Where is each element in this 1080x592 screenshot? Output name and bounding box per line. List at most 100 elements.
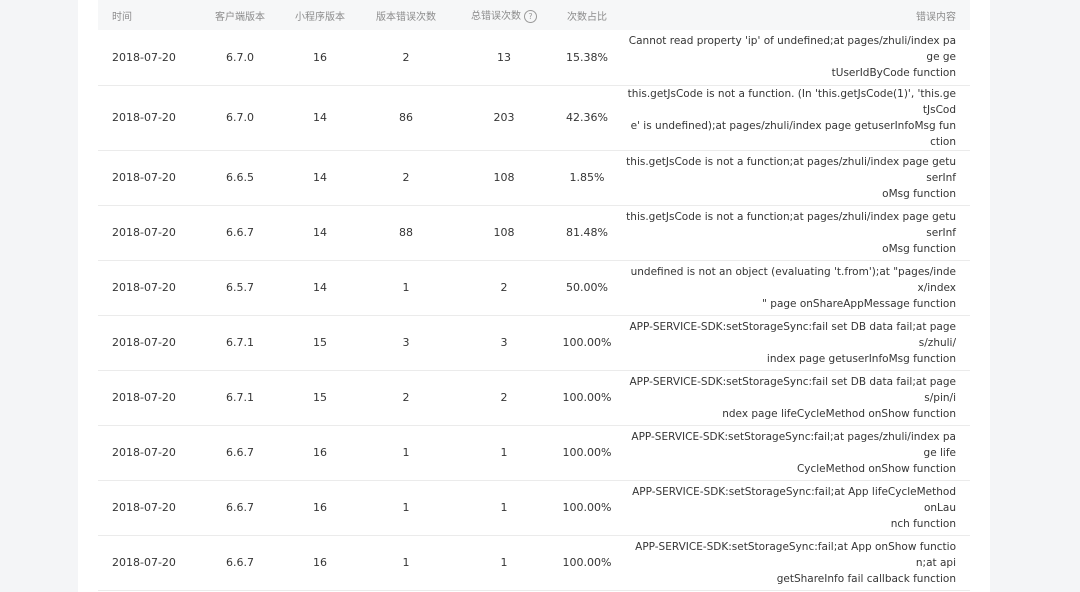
cell-client-version: 6.6.7 bbox=[226, 556, 254, 569]
error-message-line: APP-SERVICE-SDK:setStorageSync:fail set … bbox=[629, 320, 956, 349]
cell-client-version: 6.7.0 bbox=[226, 50, 254, 64]
error-message-text: this.getJsCode is not a function;at page… bbox=[626, 154, 956, 202]
cell-version-errors: 1 bbox=[402, 501, 410, 514]
cell-total-errors: 2 bbox=[500, 391, 508, 404]
cell-ratio: 100.00% bbox=[562, 391, 612, 404]
column-header-mini-version[interactable]: 小程序版本 bbox=[284, 0, 356, 30]
error-message-line: getShareInfo fail callback function bbox=[776, 572, 956, 585]
cell-ratio: 100.00% bbox=[562, 446, 612, 459]
cell-ratio: 81.48% bbox=[566, 226, 608, 239]
error-message-line: e' is undefined);at pages/zhuli/index pa… bbox=[630, 119, 956, 148]
error-message-line: oMsg function bbox=[882, 187, 956, 200]
cell-error-message: APP-SERVICE-SDK:setStorageSync:fail;at A… bbox=[622, 535, 970, 590]
table-row: 2018-07-20 6.6.5 14 2 108 1.85% this.getJsCode… bbox=[98, 150, 970, 205]
cell-time: 2018-07-20 bbox=[112, 446, 176, 459]
column-header-ratio[interactable]: 次数占比 bbox=[552, 0, 622, 30]
error-message-line: index page getuserInfoMsg function bbox=[766, 352, 956, 365]
error-message-line: APP-SERVICE-SDK:setStorageSync:fail set … bbox=[629, 375, 956, 404]
cell-version-errors: 1 bbox=[402, 446, 410, 459]
cell-ratio: 100.00% bbox=[562, 336, 612, 349]
cell-total-errors: 203 bbox=[493, 111, 515, 124]
error-message-line: oMsg function bbox=[882, 242, 956, 255]
error-message-text: this.getJsCode is not a function. (In 't… bbox=[626, 86, 956, 150]
table-row: 2018-07-20 6.6.7 16 1 1 100.00% APP-SERVICE-SD… bbox=[98, 425, 970, 480]
cell-total-errors: 1 bbox=[500, 501, 508, 514]
cell-time: 2018-07-20 bbox=[112, 391, 176, 404]
column-header-error-message[interactable]: 错误内容 bbox=[622, 0, 970, 30]
cell-client-version: 6.6.7 bbox=[226, 501, 254, 514]
cell-client-version: 6.5.7 bbox=[226, 281, 254, 294]
error-message-line: this.getJsCode is not a function;at page… bbox=[626, 155, 956, 184]
cell-mini-version: 15 bbox=[313, 336, 327, 349]
cell-total-errors: 1 bbox=[500, 556, 508, 569]
cell-ratio: 100.00% bbox=[562, 501, 612, 514]
error-message-text: APP-SERVICE-SDK:setStorageSync:fail set … bbox=[626, 374, 956, 422]
cell-total-errors: 2 bbox=[500, 281, 508, 294]
cell-error-message: APP-SERVICE-SDK:setStorageSync:fail set … bbox=[622, 370, 970, 425]
table-row: 2018-07-20 6.6.7 16 1 1 100.00% APP-SERVICE-SD… bbox=[98, 535, 970, 590]
table-row: 2018-07-20 6.7.1 15 2 2 100.00% APP-SERVICE-SD… bbox=[98, 370, 970, 425]
error-message-line: APP-SERVICE-SDK:setStorageSync:fail;at A… bbox=[635, 540, 956, 569]
cell-time: 2018-07-20 bbox=[112, 556, 176, 569]
cell-error-message: APP-SERVICE-SDK:setStorageSync:fail set … bbox=[622, 315, 970, 370]
cell-mini-version: 16 bbox=[313, 501, 327, 514]
column-header-client-version[interactable]: 客户端版本 bbox=[196, 0, 284, 30]
cell-client-version: 6.6.7 bbox=[226, 446, 254, 459]
cell-error-message: APP-SERVICE-SDK:setStorageSync:fail;at A… bbox=[622, 480, 970, 535]
table-header-row: 时间 客户端版本 小程序版本 版本错误次数 总错误次数? 次数占比 错误内容 bbox=[98, 0, 970, 30]
cell-mini-version: 14 bbox=[313, 111, 327, 124]
error-message-line: this.getJsCode is not a function;at page… bbox=[626, 210, 956, 239]
table-row: 2018-07-20 6.6.7 16 1 1 100.00% APP-SERVICE-SD… bbox=[98, 480, 970, 535]
cell-error-message: this.getJsCode is not a function;at page… bbox=[622, 150, 970, 205]
error-message-text: APP-SERVICE-SDK:setStorageSync:fail;at A… bbox=[626, 484, 956, 532]
column-header-time[interactable]: 时间 bbox=[98, 0, 196, 30]
table-row: 2018-07-20 6.7.1 15 3 3 100.00% APP-SERVICE-SD… bbox=[98, 315, 970, 370]
error-message-line: CycleMethod onShow function bbox=[796, 462, 956, 475]
cell-version-errors: 86 bbox=[399, 111, 413, 124]
cell-ratio: 15.38% bbox=[566, 50, 608, 64]
cell-version-errors: 2 bbox=[402, 50, 410, 64]
cell-ratio: 50.00% bbox=[566, 281, 608, 294]
cell-client-version: 6.7.0 bbox=[226, 111, 254, 124]
error-message-text: APP-SERVICE-SDK:setStorageSync:fail set … bbox=[626, 319, 956, 367]
error-message-text: APP-SERVICE-SDK:setStorageSync:fail;at A… bbox=[626, 539, 956, 587]
cell-time: 2018-07-20 bbox=[112, 111, 176, 124]
column-header-total-errors[interactable]: 总错误次数? bbox=[456, 0, 552, 30]
cell-mini-version: 16 bbox=[313, 556, 327, 569]
error-message-line: " page onShareAppMessage function bbox=[762, 297, 956, 310]
error-message-line: Cannot read property 'ip' of undefined;a… bbox=[628, 35, 956, 64]
table-row: 2018-07-20 6.5.7 14 1 2 50.00% undefined is no… bbox=[98, 260, 970, 315]
error-message-text: this.getJsCode is not a function;at page… bbox=[626, 209, 956, 257]
column-header-version-errors[interactable]: 版本错误次数 bbox=[356, 0, 456, 30]
question-circle-icon[interactable]: ? bbox=[524, 9, 537, 23]
table-row: 2018-07-20 6.7.0 14 86 203 42.36% this.getJsCo… bbox=[98, 85, 970, 150]
cell-total-errors: 13 bbox=[497, 50, 511, 64]
cell-error-message: APP-SERVICE-SDK:setStorageSync:fail;at p… bbox=[622, 425, 970, 480]
column-header-total-errors-label: 总错误次数 bbox=[471, 11, 521, 23]
cell-total-errors: 108 bbox=[493, 226, 515, 239]
cell-mini-version: 16 bbox=[313, 50, 327, 64]
cell-ratio: 100.00% bbox=[562, 556, 612, 569]
cell-mini-version: 14 bbox=[313, 226, 327, 239]
cell-total-errors: 1 bbox=[500, 446, 508, 459]
cell-version-errors: 2 bbox=[402, 171, 410, 184]
cell-version-errors: 1 bbox=[402, 556, 410, 569]
error-message-line: this.getJsCode is not a function. (In 't… bbox=[627, 87, 956, 116]
cell-client-version: 6.6.5 bbox=[226, 171, 254, 184]
cell-ratio: 42.36% bbox=[566, 111, 608, 124]
error-message-line: APP-SERVICE-SDK:setStorageSync:fail;at p… bbox=[631, 430, 956, 459]
cell-time: 2018-07-20 bbox=[112, 336, 176, 349]
error-message-line: APP-SERVICE-SDK:setStorageSync:fail;at A… bbox=[632, 485, 956, 514]
cell-ratio: 1.85% bbox=[569, 171, 605, 184]
cell-version-errors: 2 bbox=[402, 391, 410, 404]
cell-version-errors: 88 bbox=[399, 226, 413, 239]
cell-error-message: undefined is not an object (evaluating '… bbox=[622, 260, 970, 315]
error-log-table: 时间 客户端版本 小程序版本 版本错误次数 总错误次数? 次数占比 错误内容 2… bbox=[98, 0, 970, 591]
cell-time: 2018-07-20 bbox=[112, 226, 176, 239]
cell-mini-version: 14 bbox=[313, 281, 327, 294]
cell-mini-version: 16 bbox=[313, 446, 327, 459]
error-message-line: ndex page lifeCycleMethod onShow functio… bbox=[722, 407, 956, 420]
table-row: 2018-07-20 6.6.7 14 88 108 81.48% this.getJsCo… bbox=[98, 205, 970, 260]
error-table-panel: 时间 客户端版本 小程序版本 版本错误次数 总错误次数? 次数占比 错误内容 2… bbox=[78, 0, 990, 592]
cell-time: 2018-07-20 bbox=[112, 171, 176, 184]
